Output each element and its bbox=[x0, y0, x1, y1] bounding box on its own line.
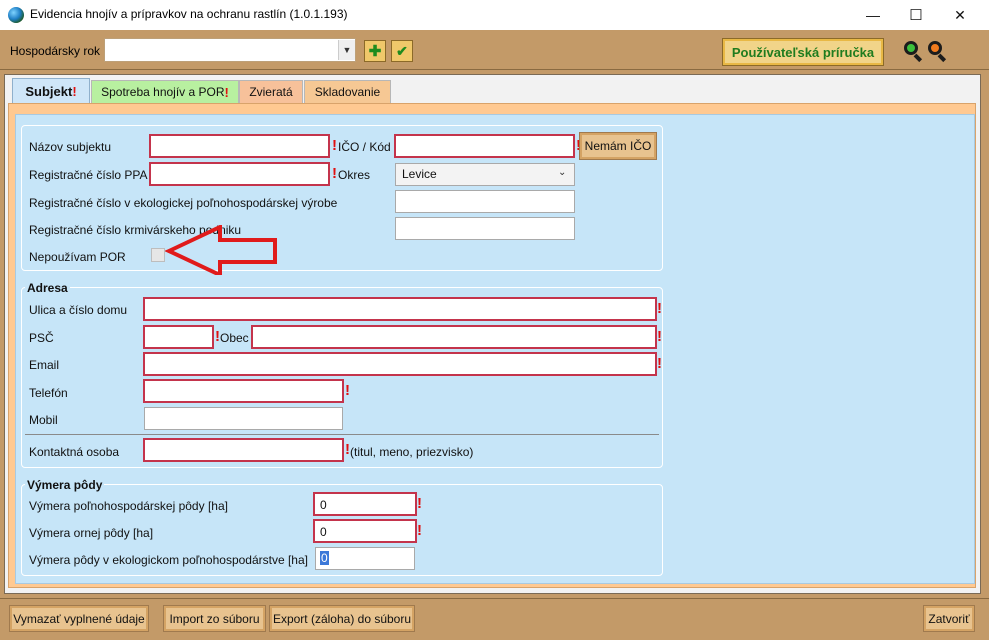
user-manual-button[interactable]: Používateľská príručka bbox=[722, 38, 884, 66]
required-mark: ! bbox=[657, 355, 662, 372]
obec-label: Obec bbox=[220, 331, 249, 345]
arable-area-label: Výmera ornej pôdy [ha] bbox=[29, 526, 154, 540]
agri-area-field[interactable]: 0 bbox=[313, 492, 417, 516]
ppa-label: Registračné číslo PPA bbox=[29, 168, 148, 182]
minimize-button[interactable]: — bbox=[850, 0, 896, 30]
year-label: Hospodársky rok bbox=[10, 44, 101, 58]
eco-area-field[interactable]: 0 bbox=[315, 547, 415, 570]
no-por-label: Nepoužívam POR bbox=[29, 250, 126, 264]
required-mark: ! bbox=[345, 382, 350, 399]
street-field[interactable] bbox=[143, 297, 657, 321]
no-por-checkbox[interactable] bbox=[151, 248, 165, 262]
tab-label: Spotreba hnojív a POR bbox=[101, 85, 225, 99]
bottom-bar bbox=[0, 598, 989, 640]
contact-label: Kontaktná osoba bbox=[29, 445, 120, 459]
required-mark: ! bbox=[332, 137, 337, 154]
required-mark: ! bbox=[657, 328, 662, 345]
mobile-field[interactable] bbox=[144, 407, 343, 430]
required-mark: ! bbox=[417, 522, 422, 539]
annotation-arrow bbox=[165, 225, 277, 275]
phone-label: Telefón bbox=[29, 386, 68, 400]
no-ico-button[interactable]: Nemám IČO bbox=[579, 132, 657, 160]
required-mark: ! bbox=[72, 83, 77, 99]
ico-field[interactable] bbox=[394, 134, 575, 158]
okres-select[interactable]: Levice bbox=[395, 163, 575, 186]
area-title: Výmera pôdy bbox=[25, 478, 105, 492]
divider bbox=[25, 434, 659, 435]
street-label: Ulica a číslo domu bbox=[29, 303, 128, 317]
tab-zvierata[interactable]: Zvieratá bbox=[239, 80, 303, 103]
required-mark: ! bbox=[417, 495, 422, 512]
export-button[interactable]: Export (záloha) do súboru bbox=[269, 605, 415, 632]
name-label: Názov subjektu bbox=[29, 140, 112, 154]
import-button[interactable]: Import zo súboru bbox=[163, 605, 266, 632]
name-field[interactable] bbox=[149, 134, 330, 158]
okres-label: Okres bbox=[338, 168, 371, 182]
contact-field[interactable] bbox=[143, 438, 344, 462]
clear-button[interactable]: Vymazať vyplnené údaje bbox=[9, 605, 149, 632]
tab-label: Subjekt bbox=[25, 83, 73, 99]
tab-skladovanie[interactable]: Skladovanie bbox=[304, 80, 391, 103]
eco-reg-field[interactable] bbox=[395, 190, 575, 213]
chevron-down-icon[interactable]: ⌄ bbox=[558, 167, 566, 178]
psc-label: PSČ bbox=[29, 331, 54, 345]
contact-hint: (titul, meno, priezvisko) bbox=[350, 445, 474, 459]
phone-field[interactable] bbox=[143, 379, 344, 403]
required-mark: ! bbox=[224, 84, 229, 100]
obec-field[interactable] bbox=[251, 325, 657, 349]
eco-reg-label: Registračné číslo v ekologickej poľnohos… bbox=[29, 196, 338, 210]
close-button[interactable]: Zatvoriť bbox=[923, 605, 975, 632]
selected-text: 0 bbox=[320, 551, 329, 565]
app-globe-icon bbox=[8, 7, 24, 23]
tab-spotreba[interactable]: Spotreba hnojív a POR! bbox=[91, 80, 239, 103]
mobile-label: Mobil bbox=[29, 413, 58, 427]
tab-subjekt[interactable]: Subjekt! bbox=[12, 78, 90, 103]
agri-area-label: Výmera poľnohospodárskej pôdy [ha] bbox=[29, 499, 228, 513]
chevron-down-icon[interactable]: ▼ bbox=[338, 40, 355, 60]
required-mark: ! bbox=[657, 300, 662, 317]
maximize-button[interactable]: ☐ bbox=[893, 0, 939, 30]
close-window-button[interactable]: ✕ bbox=[937, 0, 983, 30]
address-title: Adresa bbox=[25, 281, 70, 295]
eco-area-label: Výmera pôdy v ekologickom poľnohospodárs… bbox=[29, 553, 308, 567]
feed-reg-field[interactable] bbox=[395, 217, 575, 240]
check-icon[interactable]: ✔ bbox=[391, 40, 413, 62]
ico-label: IČO / Kód bbox=[338, 140, 391, 154]
required-mark: ! bbox=[332, 165, 337, 182]
zoom-out-icon[interactable] bbox=[926, 40, 948, 63]
psc-field[interactable] bbox=[143, 325, 214, 349]
ppa-field[interactable] bbox=[149, 162, 330, 186]
arable-area-field[interactable]: 0 bbox=[313, 519, 417, 543]
email-label: Email bbox=[29, 358, 60, 372]
window-title: Evidencia hnojív a prípravkov na ochranu… bbox=[30, 7, 348, 21]
email-field[interactable] bbox=[143, 352, 657, 376]
zoom-in-icon[interactable] bbox=[902, 40, 924, 63]
year-combobox[interactable] bbox=[104, 38, 356, 62]
plus-icon[interactable]: ✚ bbox=[364, 40, 386, 62]
